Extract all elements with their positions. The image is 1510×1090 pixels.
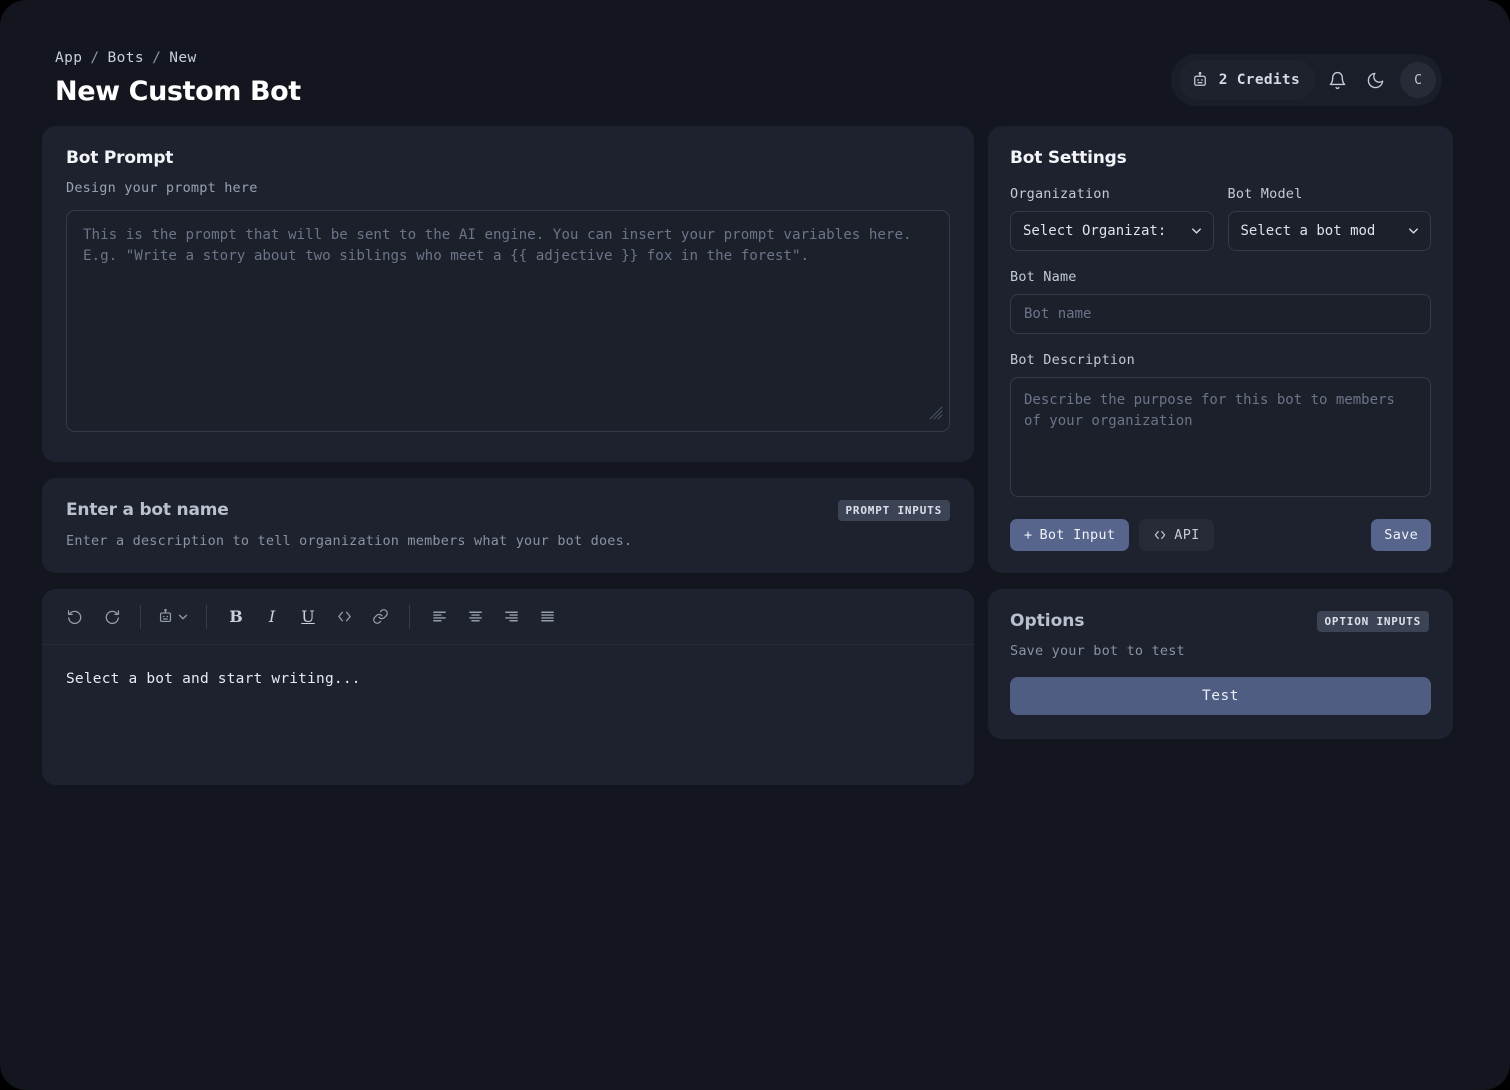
- bot-prompt-title: Bot Prompt: [66, 148, 174, 168]
- bot-select-dropdown[interactable]: [153, 600, 194, 634]
- breadcrumb-separator: /: [152, 50, 162, 66]
- header-actions: 2 Credits C: [1170, 54, 1442, 106]
- robot-icon: [1191, 71, 1209, 89]
- bot-description-textarea[interactable]: [1010, 377, 1431, 497]
- settings-actions: + Bot Input API Save: [1010, 519, 1431, 551]
- undo-icon[interactable]: [58, 600, 92, 634]
- bold-icon[interactable]: B: [219, 600, 253, 634]
- add-bot-input-button[interactable]: + Bot Input: [1010, 519, 1130, 551]
- bot-name-field: Bot Name: [1010, 269, 1431, 334]
- prompt-inputs-badge: PROMPT INPUTS: [837, 500, 950, 521]
- bot-name-label: Bot Name: [1010, 269, 1077, 285]
- bot-name-description: Enter a description to tell organization…: [66, 533, 633, 549]
- app-window: App / Bots / New New Custom Bot 2 Credit…: [0, 0, 1510, 1090]
- align-justify-icon[interactable]: [530, 600, 564, 634]
- bot-name-input[interactable]: [1010, 294, 1431, 334]
- editor-body[interactable]: Select a bot and start writing...: [42, 645, 974, 785]
- breadcrumb: App / Bots / New: [55, 50, 197, 66]
- link-icon[interactable]: [363, 600, 397, 634]
- right-column: Bot Settings Organization Select Organiz…: [988, 126, 1453, 755]
- avatar-initial: C: [1414, 72, 1422, 88]
- settings-selects-row: Organization Select Organizat: Bot Model: [1010, 186, 1431, 251]
- bell-icon[interactable]: [1320, 63, 1354, 97]
- italic-icon[interactable]: I: [255, 600, 289, 634]
- credits-label: 2 Credits: [1218, 72, 1300, 88]
- page-header: App / Bots / New New Custom Bot 2 Credit…: [0, 0, 1510, 128]
- bot-description-label: Bot Description: [1010, 352, 1135, 368]
- toolbar-divider: [140, 604, 141, 629]
- underline-icon[interactable]: U: [291, 600, 325, 634]
- editor-card: B I U Select a bot and start writing...: [42, 589, 974, 785]
- organization-field: Organization Select Organizat:: [1010, 186, 1214, 251]
- breadcrumb-item-app[interactable]: App: [55, 50, 82, 66]
- align-right-icon[interactable]: [494, 600, 528, 634]
- bot-model-select-value: Select a bot mod: [1240, 223, 1376, 239]
- organization-select-value: Select Organizat:: [1023, 223, 1167, 239]
- breadcrumb-item-new: New: [169, 50, 197, 66]
- bot-settings-title: Bot Settings: [1010, 148, 1127, 168]
- add-bot-input-label: Bot Input: [1039, 527, 1116, 543]
- bot-model-label: Bot Model: [1227, 186, 1303, 202]
- bot-description-field: Bot Description: [1010, 352, 1431, 501]
- bot-prompt-textarea[interactable]: [66, 210, 950, 432]
- bot-model-select[interactable]: Select a bot mod: [1227, 211, 1431, 251]
- redo-icon[interactable]: [94, 600, 128, 634]
- robot-icon: [157, 608, 174, 625]
- bot-name-summary-card: Enter a bot name Enter a description to …: [42, 478, 974, 573]
- api-label: API: [1174, 527, 1200, 543]
- page-title: New Custom Bot: [55, 76, 301, 107]
- bot-prompt-subtitle: Design your prompt here: [66, 180, 258, 196]
- left-column: Bot Prompt Design your prompt here Enter…: [42, 126, 974, 801]
- plus-icon: +: [1024, 527, 1033, 543]
- breadcrumb-separator: /: [90, 50, 100, 66]
- chevron-down-icon: [176, 610, 190, 624]
- align-left-icon[interactable]: [422, 600, 456, 634]
- bot-settings-card: Bot Settings Organization Select Organiz…: [988, 126, 1453, 573]
- chevron-down-icon: [1189, 224, 1204, 239]
- option-inputs-badge: OPTION INPUTS: [1316, 611, 1429, 632]
- bot-name-heading: Enter a bot name: [66, 500, 229, 520]
- credits-pill[interactable]: 2 Credits: [1178, 60, 1316, 100]
- editor-toolbar: B I U: [42, 589, 974, 645]
- code-icon[interactable]: [327, 600, 361, 634]
- avatar[interactable]: C: [1400, 62, 1436, 98]
- toolbar-divider: [206, 604, 207, 629]
- organization-label: Organization: [1010, 186, 1110, 202]
- save-button[interactable]: Save: [1371, 519, 1431, 551]
- options-card: Options OPTION INPUTS Save your bot to t…: [988, 589, 1453, 739]
- bot-model-field: Bot Model Select a bot mod: [1227, 186, 1431, 251]
- chevron-down-icon: [1406, 224, 1421, 239]
- bot-prompt-card: Bot Prompt Design your prompt here: [42, 126, 974, 462]
- options-subtitle: Save your bot to test: [1010, 643, 1185, 659]
- moon-icon[interactable]: [1358, 63, 1392, 97]
- test-button[interactable]: Test: [1010, 677, 1431, 715]
- api-button[interactable]: API: [1139, 519, 1214, 551]
- toolbar-divider: [409, 604, 410, 629]
- breadcrumb-item-bots[interactable]: Bots: [108, 50, 145, 66]
- align-center-icon[interactable]: [458, 600, 492, 634]
- organization-select[interactable]: Select Organizat:: [1010, 211, 1214, 251]
- code-icon: [1153, 528, 1167, 542]
